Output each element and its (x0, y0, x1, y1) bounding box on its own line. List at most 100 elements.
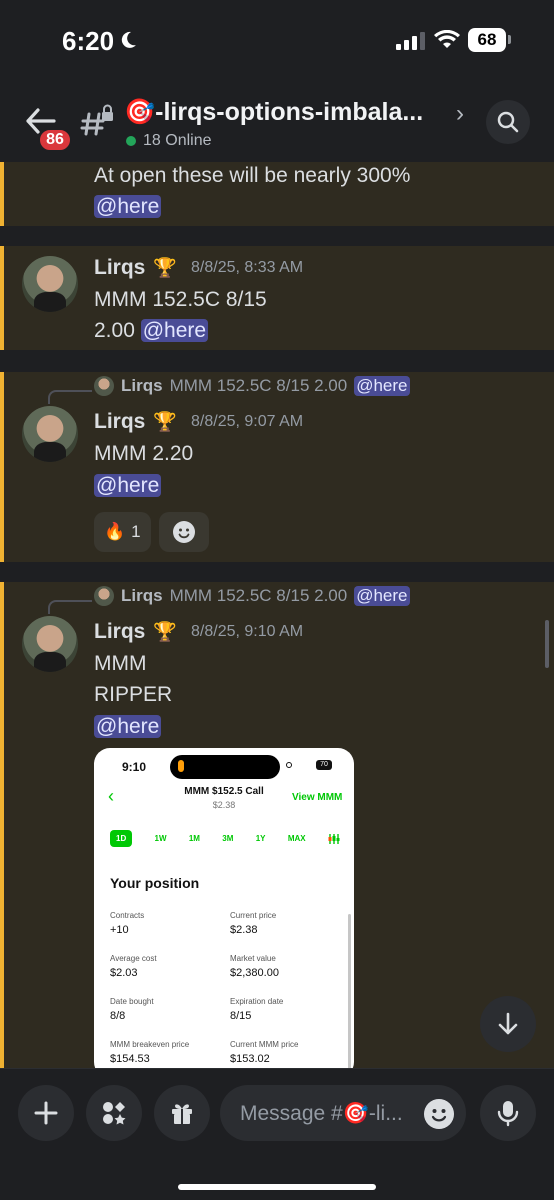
reaction-count: 1 (131, 522, 141, 541)
message-text: MMM (94, 652, 147, 675)
add-reaction-icon (172, 521, 195, 543)
author-name[interactable]: Lirqs (94, 256, 145, 280)
reply-text: MMM 152.5C 8/15 2.00 (169, 586, 348, 605)
range-tab: 1W (154, 834, 167, 843)
field-label: MMM breakeven price (110, 1040, 190, 1049)
jump-to-bottom-button[interactable] (480, 996, 536, 1052)
channel-title[interactable]: 🎯-lirqs-options-imbala... (124, 98, 450, 127)
reply-avatar (94, 586, 114, 606)
field-value: $2.03 (110, 967, 138, 979)
fire-emoji: 🔥 (104, 522, 126, 541)
reply-preview[interactable]: Lirqs MMM 152.5C 8/15 2.00 @here (94, 586, 410, 606)
avatar[interactable] (22, 616, 78, 672)
status-time: 6:20 (62, 26, 115, 56)
mic-icon (497, 1101, 519, 1127)
reply-author: Lirqs (121, 376, 163, 395)
timestamp: 8/8/25, 9:07 AM (191, 413, 304, 430)
field-value: $154.53 (110, 1053, 150, 1065)
view-link: View MMM (292, 792, 343, 803)
author-name[interactable]: Lirqs (94, 620, 145, 644)
mention-here: @here (354, 376, 410, 396)
online-label: 18 Online (143, 132, 212, 149)
range-tab: 1M (188, 834, 200, 843)
message-text: MMM 2.20 (94, 442, 194, 465)
trophy-badge: 🏆 (153, 412, 178, 433)
field-label: Average cost (110, 954, 157, 963)
chart-settings-icon (328, 833, 340, 844)
message-text: MMM 152.5C 8/15 (94, 288, 267, 311)
range-tab: 3M (222, 834, 234, 843)
field-value: $2.38 (230, 924, 258, 936)
field-label: Market value (230, 954, 276, 963)
online-count: 18 Online (126, 132, 212, 150)
avatar[interactable] (22, 406, 78, 462)
reaction-bar: 🔥 1 (94, 512, 209, 552)
wifi-icon (434, 30, 460, 48)
attachment-status-time: 9:10 (122, 760, 147, 774)
field-value: $153.02 (230, 1053, 270, 1065)
mic-indicator-icon (178, 760, 184, 772)
battery-tip (508, 35, 511, 44)
field-label: Current MMM price (230, 1040, 299, 1049)
dynamic-island (170, 755, 280, 779)
chevron-right-icon[interactable]: › (456, 100, 464, 128)
hash-lock-icon (80, 104, 113, 136)
message-header: Lirqs 🏆 8/8/25, 9:07 AM (94, 410, 303, 434)
message-input[interactable]: Message #🎯-li... (220, 1085, 466, 1141)
mention-here[interactable]: @here (94, 195, 162, 218)
author-name[interactable]: Lirqs (94, 410, 145, 434)
reply-author: Lirqs (121, 586, 163, 605)
image-attachment[interactable]: 9:10 70 ‹ MMM $152.5 Call $2.38 View MMM… (94, 748, 354, 1068)
reaction-fire[interactable]: 🔥 1 (94, 512, 151, 552)
range-tab: MAX (287, 834, 306, 843)
message-item[interactable]: Lirqs MMM 152.5C 8/15 2.00 @here Lirqs 🏆… (0, 582, 554, 1068)
message-composer: Message #🎯-li... (0, 1068, 554, 1200)
message-item[interactable]: At open these will be nearly 300% @here (0, 162, 554, 226)
position-title: Your position (110, 875, 200, 891)
avatar[interactable] (22, 256, 78, 312)
battery-indicator: 68 (468, 28, 506, 52)
field-label: Date bought (110, 997, 154, 1006)
field-label: Contracts (110, 911, 145, 920)
gift-button[interactable] (154, 1085, 210, 1141)
reply-preview[interactable]: Lirqs MMM 152.5C 8/15 2.00 @here (94, 376, 410, 396)
emoji-icon[interactable] (424, 1099, 454, 1129)
attachment-scrollbar (348, 914, 351, 1068)
reply-connector (48, 600, 92, 614)
attachment-battery: 70 (316, 760, 332, 770)
gift-icon (172, 1104, 192, 1124)
message-list[interactable]: At open these will be nearly 300% @here … (0, 162, 554, 1068)
status-bar: 6:20 68 (0, 0, 554, 90)
message-item[interactable]: Lirqs MMM 152.5C 8/15 2.00 @here Lirqs 🏆… (0, 372, 554, 562)
timestamp: 8/8/25, 8:33 AM (191, 259, 304, 276)
mention-here[interactable]: @here (94, 474, 162, 497)
signal-icon (396, 32, 425, 50)
range-tabs: 1D 1W 1M 3M 1Y MAX (110, 830, 340, 847)
message-header: Lirqs 🏆 8/8/25, 9:10 AM (94, 620, 303, 644)
add-attachment-button[interactable] (18, 1085, 74, 1141)
channel-header: 86 🎯-lirqs-options-imbala... › 18 Online (0, 90, 554, 162)
timestamp: 8/8/25, 9:10 AM (191, 623, 304, 640)
plus-icon (34, 1101, 58, 1125)
unread-badge: 86 (38, 128, 72, 152)
mention-here: @here (354, 586, 410, 606)
message-item[interactable]: Lirqs 🏆 8/8/25, 8:33 AM MMM 152.5C 8/15 … (0, 246, 554, 350)
status-dot-icon (286, 762, 292, 768)
add-reaction-button[interactable] (158, 512, 209, 552)
message-placeholder: Message #🎯-li... (240, 1102, 403, 1125)
trophy-badge: 🏆 (153, 622, 178, 643)
range-tab: 1Y (255, 834, 266, 843)
apps-button[interactable] (86, 1085, 142, 1141)
moon-icon (121, 31, 136, 48)
home-indicator (178, 1184, 376, 1190)
mention-here[interactable]: @here (140, 319, 209, 342)
search-button[interactable] (486, 100, 530, 144)
search-icon (497, 111, 519, 133)
scrollbar[interactable] (545, 620, 549, 668)
message-text: RIPPER (94, 683, 173, 706)
field-value: +10 (110, 924, 129, 936)
field-value: $2,380.00 (230, 967, 279, 979)
voice-message-button[interactable] (480, 1085, 536, 1141)
reply-text: MMM 152.5C 8/15 2.00 (169, 376, 348, 395)
mention-here[interactable]: @here (94, 715, 162, 738)
